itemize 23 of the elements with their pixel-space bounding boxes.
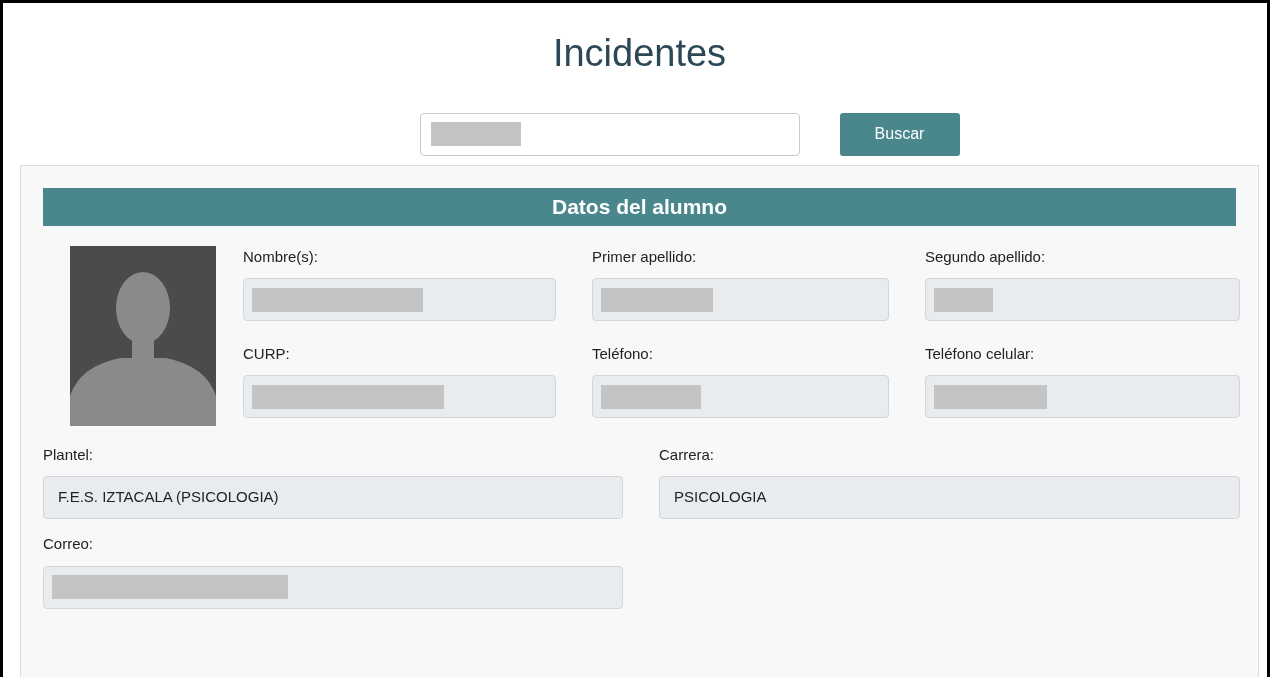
field-label: Teléfono celular: [925,343,1036,364]
field-label: Primer apellido: [592,246,698,267]
text-field[interactable]: PSICOLOGIA [659,476,1240,520]
search-field[interactable] [419,112,800,156]
field-label: Segundo apellido: [925,246,1047,267]
field-label: Teléfono: [592,343,654,364]
text-field[interactable] [43,565,623,609]
field-label: Nombre(s): [243,246,319,267]
field-label: Carrera: [659,444,715,465]
field-label: Plantel: [43,444,95,465]
text-field[interactable]: F.E.S. IZTACALA (PSICOLOGIA) [43,476,623,520]
search-button[interactable]: Buscar [839,112,960,156]
text-field[interactable] [925,375,1240,419]
section-header: Datos del alumno [43,187,1236,226]
page-title: Incidentes [551,31,728,76]
field-label: CURP: [243,343,291,364]
redaction-bar [934,287,994,312]
text-field[interactable] [243,375,556,419]
text-field[interactable] [925,278,1240,322]
text-field[interactable] [592,278,889,322]
field-label: Correo: [43,534,95,555]
text-field[interactable] [592,375,889,419]
text-field[interactable] [243,278,556,322]
